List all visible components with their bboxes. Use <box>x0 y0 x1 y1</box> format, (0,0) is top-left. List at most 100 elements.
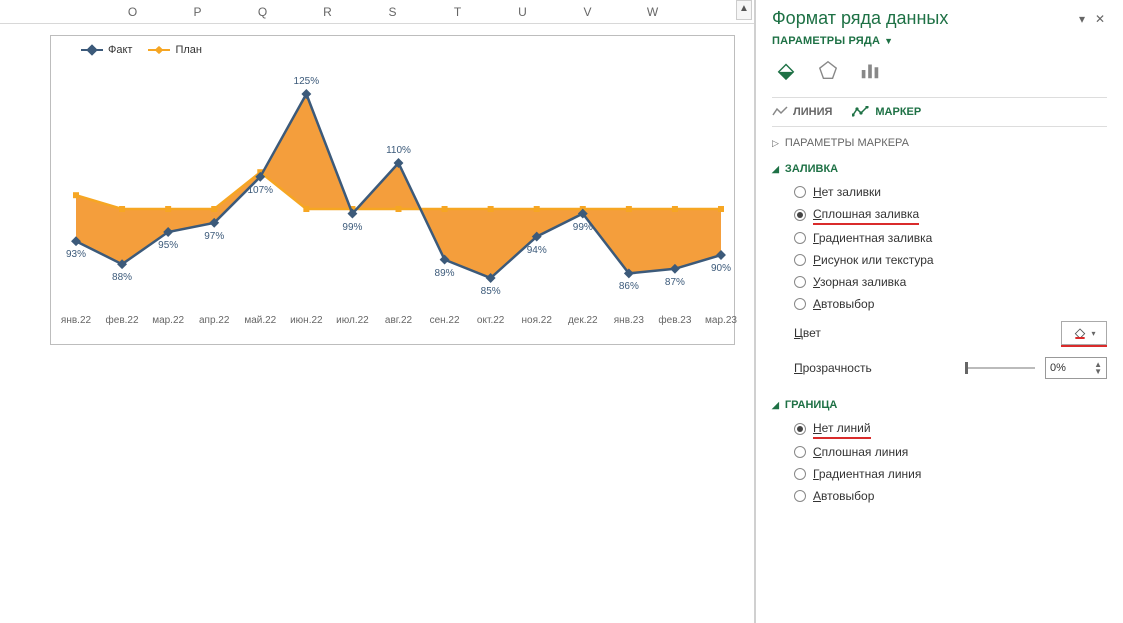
fill-picture[interactable]: Рисунок или текстура <box>772 249 1107 271</box>
x-axis-label: окт.22 <box>477 315 504 326</box>
radio-icon <box>794 490 806 502</box>
data-label: 90% <box>711 263 731 274</box>
border-auto[interactable]: Автовыбор <box>772 485 1107 507</box>
border-solid-label: плошная линия <box>822 445 909 459</box>
data-label: 95% <box>158 240 178 251</box>
transparency-label: розрачность <box>803 361 872 375</box>
x-axis-label: ноя.22 <box>522 315 552 326</box>
radio-icon <box>794 186 806 198</box>
radio-icon <box>794 298 806 310</box>
data-label: 89% <box>435 268 455 279</box>
x-axis-label: июл.22 <box>336 315 369 326</box>
transparency-input[interactable]: 0% ▲▼ <box>1045 357 1107 379</box>
format-category-icons <box>772 57 1107 83</box>
expand-icon: ◢ <box>772 400 779 411</box>
col-header[interactable]: Q <box>230 5 295 19</box>
fill-pattern[interactable]: Узорная заливка <box>772 271 1107 293</box>
col-header[interactable]: O <box>100 5 165 19</box>
radio-icon <box>794 276 806 288</box>
x-axis-label: дек.22 <box>568 315 598 326</box>
section-marker-params[interactable]: ▷ ПАРАМЕТРЫ МАРКЕРА <box>772 137 1107 149</box>
effects-icon[interactable] <box>814 57 842 83</box>
section-border[interactable]: ◢ ГРАНИЦА <box>772 399 1107 411</box>
scroll-up-button[interactable]: ▲ <box>736 0 752 20</box>
column-headers: O P Q R S T U V W <box>0 0 754 24</box>
fill-picture-label: исунок или текстура <box>821 253 934 267</box>
series-options-dropdown[interactable]: ПАРАМЕТРЫ РЯДА ▼ <box>772 35 1107 47</box>
section-fill[interactable]: ◢ ЗАЛИВКА <box>772 163 1107 175</box>
x-axis-label: мар.23 <box>705 315 737 326</box>
section-label: ГРАНИЦА <box>785 399 837 411</box>
data-label: 86% <box>619 281 639 292</box>
border-none-label: ет линий <box>822 421 871 435</box>
border-gradient[interactable]: Градиентная линия <box>772 463 1107 485</box>
subtab-marker[interactable]: МАРКЕР <box>852 106 921 118</box>
col-header[interactable]: T <box>425 5 490 19</box>
x-axis-label: июн.22 <box>290 315 323 326</box>
pane-close-icon[interactable]: ✕ <box>1093 12 1107 26</box>
pane-title: Формат ряда данных <box>772 8 1107 29</box>
radio-icon <box>794 254 806 266</box>
embedded-chart[interactable]: Факт План 93%88%95%97%107%125%99%110%89%… <box>50 35 735 345</box>
x-axis-label: апр.22 <box>199 315 229 326</box>
x-axis-label: авг.22 <box>385 315 412 326</box>
col-header[interactable]: W <box>620 5 685 19</box>
x-axis-label: сен.22 <box>430 315 460 326</box>
border-auto-label: втовыбор <box>821 489 874 503</box>
data-label: 87% <box>665 277 685 288</box>
x-axis-label: май.22 <box>244 315 276 326</box>
series-options-label: ПАРАМЕТРЫ РЯДА <box>772 35 880 47</box>
chevron-down-icon: ▾ <box>1091 329 1095 338</box>
x-axis-label: фев.23 <box>658 315 691 326</box>
radio-icon <box>794 423 806 435</box>
border-solid[interactable]: Сплошная линия <box>772 441 1107 463</box>
data-label: 97% <box>204 231 224 242</box>
data-label: 93% <box>66 249 86 260</box>
fill-none-label: ет заливки <box>822 185 881 199</box>
fill-auto[interactable]: Автовыбор <box>772 293 1107 315</box>
expand-icon: ◢ <box>772 164 779 175</box>
radio-icon <box>794 446 806 458</box>
chevron-down-icon: ▼ <box>884 36 893 46</box>
pane-dropdown-icon[interactable]: ▾ <box>1075 12 1089 26</box>
format-pane: ▾ ✕ Формат ряда данных ПАРАМЕТРЫ РЯДА ▼ … <box>755 0 1123 623</box>
col-header[interactable]: R <box>295 5 360 19</box>
x-axis-label: фев.22 <box>106 315 139 326</box>
fill-gradient-label: радиентная заливка <box>819 231 932 245</box>
fill-solid-label: плошная заливка <box>822 207 920 221</box>
data-label: 94% <box>527 245 547 256</box>
x-axis-label: янв.22 <box>61 315 91 326</box>
transparency-slider[interactable] <box>965 367 1035 369</box>
data-label: 88% <box>112 272 132 283</box>
transparency-value: 0% <box>1050 362 1066 374</box>
col-header[interactable]: V <box>555 5 620 19</box>
x-axis-label: янв.23 <box>614 315 644 326</box>
spin-down-icon[interactable]: ▼ <box>1094 368 1102 375</box>
radio-icon <box>794 468 806 480</box>
col-header[interactable]: S <box>360 5 425 19</box>
collapse-icon: ▷ <box>772 138 779 149</box>
color-picker-button[interactable]: ▾ <box>1061 321 1107 345</box>
x-axis-label: мар.22 <box>152 315 184 326</box>
data-label: 99% <box>573 222 593 233</box>
bucket-icon <box>1072 325 1088 341</box>
subtab-line[interactable]: ЛИНИЯ <box>772 106 832 118</box>
col-header[interactable]: P <box>165 5 230 19</box>
data-label: 85% <box>481 286 501 297</box>
series-options-icon[interactable] <box>856 57 884 83</box>
fill-none[interactable]: Нет заливки <box>772 181 1107 203</box>
section-label: ЗАЛИВКА <box>785 163 838 175</box>
data-label: 99% <box>342 222 362 233</box>
border-none[interactable]: Нет линий <box>772 417 1107 441</box>
chart-plot[interactable] <box>51 36 734 344</box>
data-label: 125% <box>294 76 320 87</box>
radio-icon <box>794 232 806 244</box>
border-gradient-label: радиентная линия <box>819 467 922 481</box>
fill-solid[interactable]: Сплошная заливка <box>772 203 1107 227</box>
subtab-marker-label: МАРКЕР <box>875 106 921 118</box>
fill-line-icon[interactable] <box>772 57 800 83</box>
worksheet-area: O P Q R S T U V W ▲ Факт План 93%88%95%9… <box>0 0 755 623</box>
subtab-line-label: ЛИНИЯ <box>793 106 832 118</box>
fill-gradient[interactable]: Градиентная заливка <box>772 227 1107 249</box>
col-header[interactable]: U <box>490 5 555 19</box>
